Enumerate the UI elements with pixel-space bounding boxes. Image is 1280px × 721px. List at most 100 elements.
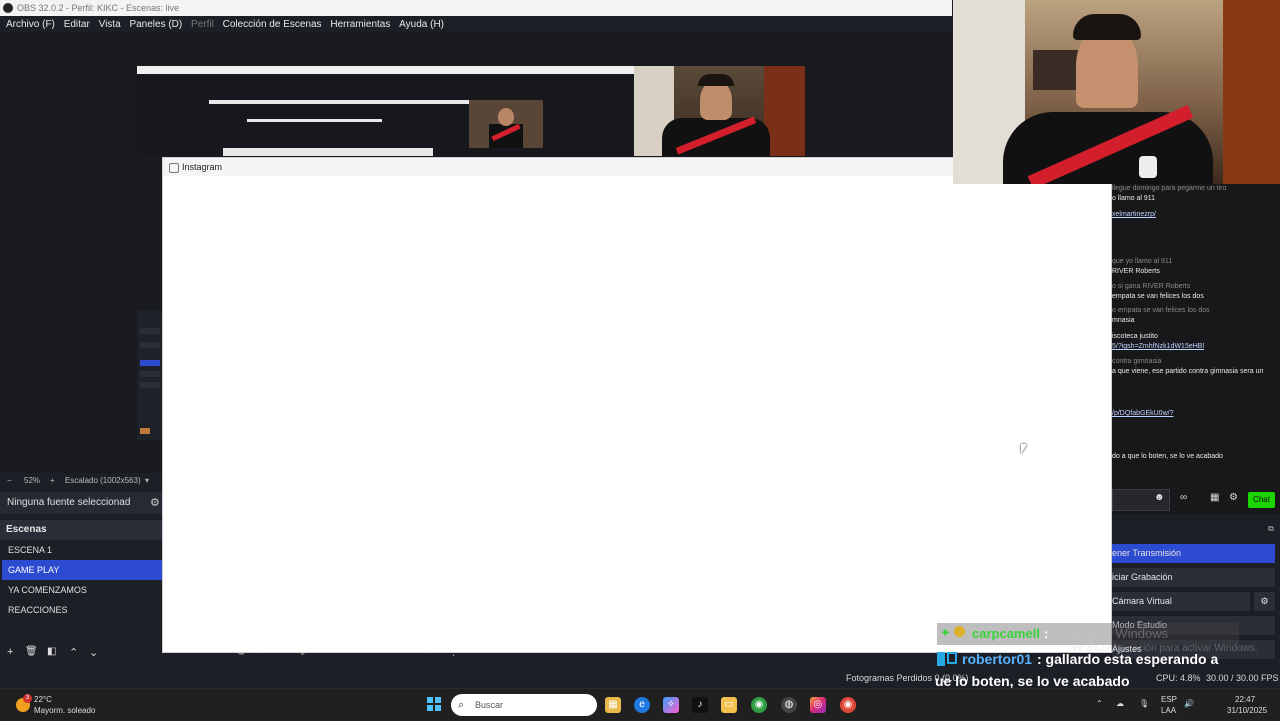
file-explorer-icon[interactable]: ▭ [721,697,737,713]
webcam-preview [634,66,805,156]
chat-link[interactable]: xelmartinezrp/ [1112,211,1156,218]
window-app-icon [169,163,179,173]
activate-windows-title: Activar Windows [1072,626,1169,641]
instagram-window[interactable]: Instagram [162,157,1112,653]
menu-ayuda[interactable]: Ayuda (H) [393,16,444,33]
chat-message: RIVER Roberts [1112,268,1160,275]
chat-message: llegue domingo para pegarme un tiro [1112,185,1227,192]
chat-toolbar: ☻ ∞ ▦ ⚙ [1150,489,1240,509]
chrome-icon[interactable]: ◉ [751,697,767,713]
zoom-level: 52% [24,476,41,485]
menu-editar[interactable]: Editar [58,16,90,33]
scene-item-escena-1[interactable]: ESCENA 1 [2,540,162,560]
zoom-out-button[interactable]: − [7,474,12,488]
scene-item-reacciones[interactable]: REACCIONES [2,600,162,620]
overlay-chat-message-1: ✦ carpcamell : Activar Windows [937,623,1239,645]
scale-label: Escalado (1002x563) [65,476,141,485]
gear-icon[interactable]: ⚙ [1229,492,1238,503]
scale-dropdown-icon[interactable]: ▾ [145,474,149,488]
overlay-username: carpcamell [972,626,1040,641]
overlay-message: : gallardo esta esperando a [1037,651,1219,667]
overlay-badges-2 [937,651,959,667]
delete-scene-icon[interactable]: 🗑 [25,646,38,657]
menu-bar: Archivo (F) Editar Vista Paneles (D) Per… [0,16,952,33]
chat-message: do a que lo boten, se lo ve acabado [1112,453,1223,460]
nested-obs-dock [137,310,163,440]
chat-message: que yo llamo al 911 [1112,258,1173,265]
windows-taskbar: 3 22°C Mayorm. soleado ⌕ Buscar ▦ e ✧ ♪ … [0,688,1280,721]
clock-date[interactable]: 31/10/2025 [1227,706,1267,715]
nested-webcam [469,100,543,148]
start-recording-button[interactable]: iciar Grabación [1112,568,1275,587]
tiktok-icon[interactable]: ♪ [692,697,708,713]
fps-counter: 30.00 / 30.00 FPS [1206,673,1279,683]
taskbar-search[interactable]: ⌕ Buscar [451,694,597,716]
instagram-icon[interactable]: ◎ [810,697,826,713]
chat-message: iscoteca justito [1112,333,1158,340]
microphone-icon[interactable]: 🎙 [1139,699,1149,708]
stop-stream-button[interactable]: ener Transmisión [1112,544,1275,563]
system-tray: ⌃ ☁ 🎙 ESP LAA 🔊 22:47 31/10/2025 [1095,694,1275,718]
nested-obs-titlebar [137,66,634,74]
gear-icon[interactable]: ⚙ [150,496,160,509]
zoom-in-button[interactable]: + [50,474,55,488]
chat-message: mnasia [1112,317,1135,324]
virtual-camera-settings-icon[interactable]: ⚙ [1254,592,1275,611]
windows-start-icon[interactable] [427,697,441,711]
scene-toolbar: + 🗑 ◧ ⌃ ⌄ [0,645,162,663]
nested-window-bar-3 [223,148,433,156]
points-icon[interactable]: ∞ [1180,492,1187,503]
overlay-username: robertor01 [962,651,1033,667]
language-primary[interactable]: ESP [1161,695,1177,704]
menu-herramientas[interactable]: Herramientas [324,16,390,33]
sources-toolbar: Ninguna fuente seleccionad ⚙ [0,492,162,514]
nested-obs-preview [137,74,634,156]
overlay-message-cont: ue lo boten, se lo ve acabado [935,673,1130,689]
chat-send-button[interactable]: Chat [1248,492,1275,508]
move-down-icon[interactable]: ⌄ [89,646,98,659]
nested-window-bar [209,100,469,104]
add-scene-icon[interactable]: + [7,646,13,658]
badge-icon: ✦ [940,625,951,640]
chat-message: o empata se van felices los dos [1112,307,1210,314]
obs-taskbar-icon[interactable]: ◍ [781,697,797,713]
tray-overflow-icon[interactable]: ⌃ [1096,699,1103,708]
search-placeholder: Buscar [475,700,504,710]
sub-badge-icon [954,626,965,637]
language-secondary[interactable]: LAA [1161,706,1176,715]
edge-icon[interactable]: e [634,697,650,713]
weather-widget[interactable]: 3 22°C Mayorm. soleado [12,694,132,718]
chat-message: contra gimnasia [1112,358,1162,365]
chat-message: a que viene, ese partido contra gimnasia… [1112,368,1264,375]
scene-item-game-play[interactable]: GAME PLAY [2,560,162,580]
chat-link[interactable]: 5/?igsh=ZmhfNzk1dW15eHBl [1112,343,1204,350]
menu-perfil[interactable]: Perfil [185,16,214,33]
chat-message: o si gana RIVER Roberts [1112,283,1191,290]
emote-icon[interactable]: ☻ [1154,492,1165,503]
menu-coleccion-escenas[interactable]: Colección de Escenas [217,16,322,33]
chat-panel: llegue domingo para pegarme un tiro o ll… [1112,184,1280,514]
copilot-icon[interactable]: ✧ [663,697,679,713]
volume-icon[interactable]: 🔊 [1184,699,1194,708]
dock-float-icon[interactable]: ⧉ [1268,524,1274,534]
chrome-profile-icon[interactable]: ◉ [840,697,856,713]
chat-link[interactable]: /p/DQfabGEkU0w/? [1112,410,1173,417]
obs-logo-icon [3,3,13,13]
virtual-camera-button[interactable]: Cámara Virtual [1112,592,1250,611]
preview-canvas[interactable] [137,66,805,156]
scene-item-ya-comenzamos[interactable]: YA COMENZAMOS [2,580,162,600]
scenes-dock: Escenas ESCENA 1 GAME PLAY YA COMENZAMOS… [0,520,162,660]
badge-icon [937,652,945,666]
weather-desc: Mayorm. soleado [34,706,96,715]
widgets-icon[interactable]: ▦ [605,697,621,713]
menu-vista[interactable]: Vista [93,16,121,33]
filter-scene-icon[interactable]: ◧ [47,646,56,657]
calendar-icon[interactable]: ▦ [1210,492,1219,503]
move-up-icon[interactable]: ⌃ [69,646,78,659]
menu-paneles[interactable]: Paneles (D) [123,16,182,33]
clock-time[interactable]: 22:47 [1235,695,1255,704]
obs-title-bar: OBS 32.0.2 - Perfil: KIKC - Escenas: liv… [0,0,952,16]
menu-archivo[interactable]: Archivo (F) [0,16,55,33]
chat-message: o llamo al 911 [1112,195,1156,202]
onedrive-icon[interactable]: ☁ [1116,699,1124,708]
